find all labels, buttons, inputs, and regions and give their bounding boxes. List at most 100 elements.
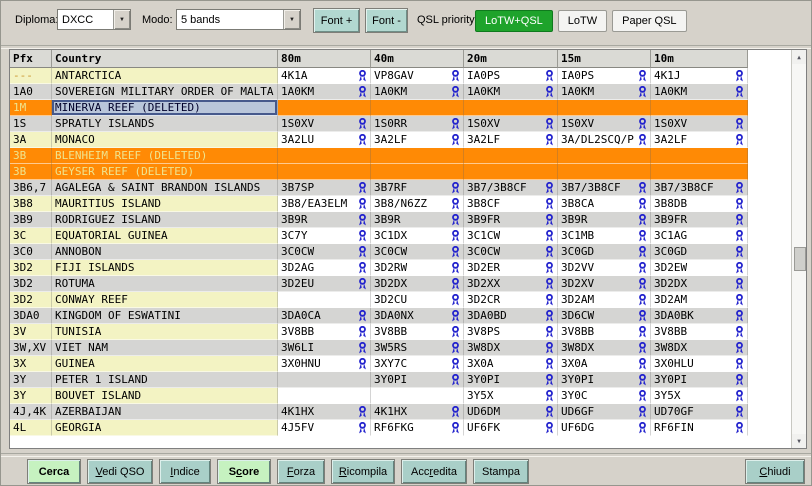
band-cell-40m[interactable] [371,388,464,404]
column-header-10m[interactable]: 10m [651,50,748,68]
band-cell-15m[interactable]: UD6GF [558,404,651,420]
band-cell-15m[interactable]: 3B8CA [558,196,651,212]
band-cell-80m[interactable]: 3X0HNU [278,356,371,372]
band-cell-20m[interactable] [464,148,558,164]
country-cell[interactable]: KINGDOM OF ESWATINI [52,308,278,324]
band-cell-15m[interactable]: 3V8BB [558,324,651,340]
chiudi-button[interactable]: Chiudi [745,459,805,484]
band-cell-20m[interactable]: 3V8PS [464,324,558,340]
country-cell[interactable]: ANTARCTICA [52,68,278,84]
band-cell-80m[interactable]: 3B9R [278,212,371,228]
band-cell-20m[interactable]: 1A0KM [464,84,558,100]
band-cell-10m[interactable]: 3B9FR [651,212,748,228]
band-cell-10m[interactable]: 3D2DX [651,276,748,292]
band-cell-40m[interactable]: 3D2CU [371,292,464,308]
band-cell-15m[interactable]: 3C0GD [558,244,651,260]
band-cell-40m[interactable]: 3D2DX [371,276,464,292]
country-cell[interactable]: SPRATLY ISLANDS [52,116,278,132]
band-cell-15m[interactable]: 3D6CW [558,308,651,324]
band-cell-10m[interactable]: 3D2EW [651,260,748,276]
band-cell-20m[interactable]: 3C1CW [464,228,558,244]
band-cell-10m[interactable]: 3V8BB [651,324,748,340]
band-cell-20m[interactable]: UD6DM [464,404,558,420]
pfx-cell[interactable]: 3DA0 [10,308,52,324]
band-cell-20m[interactable] [464,164,558,180]
country-cell[interactable]: EQUATORIAL GUINEA [52,228,278,244]
country-cell-selected[interactable]: MINERVA REEF (DELETED) [52,100,278,116]
band-cell-80m[interactable] [278,388,371,404]
column-header-15m[interactable]: 15m [558,50,651,68]
column-header-40m[interactable]: 40m [371,50,464,68]
band-cell-15m[interactable]: IA0PS [558,68,651,84]
country-cell[interactable]: ROTUMA [52,276,278,292]
band-cell-10m[interactable]: 1A0KM [651,84,748,100]
cerca-button[interactable]: Cerca [27,459,81,484]
score-button[interactable]: Score [217,459,271,484]
band-cell-20m[interactable]: 3Y5X [464,388,558,404]
font-minus-button[interactable]: Font - [365,8,408,33]
pfx-cell[interactable]: 4J,4K [10,404,52,420]
band-cell-40m[interactable]: 3B7RF [371,180,464,196]
band-cell-40m[interactable]: 3A2LF [371,132,464,148]
band-cell-10m[interactable]: 3W8DX [651,340,748,356]
band-cell-15m[interactable]: 3D2VV [558,260,651,276]
band-cell-40m[interactable]: 3W5RS [371,340,464,356]
pfx-cell[interactable]: 1A0 [10,84,52,100]
country-cell[interactable]: GUINEA [52,356,278,372]
band-cell-80m[interactable]: 4K1A [278,68,371,84]
band-cell-20m[interactable]: 3W8DX [464,340,558,356]
band-cell-80m[interactable]: 3C7Y [278,228,371,244]
band-cell-40m[interactable]: 3B8/N6ZZ [371,196,464,212]
country-cell[interactable]: MONACO [52,132,278,148]
pfx-cell[interactable]: 3Y [10,372,52,388]
pfx-cell[interactable]: --- [10,68,52,84]
band-cell-40m[interactable]: RF6FKG [371,420,464,436]
band-cell-20m[interactable]: 3B8CF [464,196,558,212]
pfx-cell[interactable]: 3V [10,324,52,340]
band-cell-80m[interactable]: 3V8BB [278,324,371,340]
band-cell-10m[interactable]: 3D2AM [651,292,748,308]
band-cell-15m[interactable] [558,100,651,116]
band-cell-80m[interactable]: 4J5FV [278,420,371,436]
band-cell-20m[interactable]: 3Y0PI [464,372,558,388]
band-cell-15m[interactable]: 3B7/3B8CF [558,180,651,196]
band-cell-40m[interactable]: 4K1HX [371,404,464,420]
band-cell-10m[interactable]: 3B7/3B8CF [651,180,748,196]
band-cell-40m[interactable]: 3B9R [371,212,464,228]
band-cell-20m[interactable]: 3D2CR [464,292,558,308]
band-cell-80m[interactable]: 3B7SP [278,180,371,196]
band-cell-40m[interactable]: 3XY7C [371,356,464,372]
band-cell-80m[interactable]: 4K1HX [278,404,371,420]
band-cell-20m[interactable]: 1S0XV [464,116,558,132]
band-cell-10m[interactable] [651,164,748,180]
band-cell-20m[interactable]: 3A2LF [464,132,558,148]
pfx-cell[interactable]: 4L [10,420,52,436]
column-header-pfx[interactable]: Pfx [10,50,52,68]
band-cell-40m[interactable]: 3DA0NX [371,308,464,324]
band-cell-15m[interactable]: 3B9R [558,212,651,228]
country-cell[interactable]: CONWAY REEF [52,292,278,308]
band-cell-20m[interactable]: 3D2XX [464,276,558,292]
band-cell-40m[interactable] [371,164,464,180]
band-cell-80m[interactable]: 1S0XV [278,116,371,132]
indice-button[interactable]: Indice [159,459,211,484]
pfx-cell[interactable]: 3B [10,164,52,180]
band-cell-15m[interactable]: 3A/DL2SCQ/P [558,132,651,148]
band-cell-20m[interactable]: UF6FK [464,420,558,436]
band-cell-10m[interactable]: 3Y0PI [651,372,748,388]
band-cell-15m[interactable]: 3W8DX [558,340,651,356]
band-cell-15m[interactable]: 3D2XV [558,276,651,292]
band-cell-10m[interactable]: UD70GF [651,404,748,420]
band-cell-80m[interactable] [278,292,371,308]
dropdown-arrow-icon[interactable]: ▼ [113,10,130,29]
band-cell-40m[interactable]: 3V8BB [371,324,464,340]
country-cell[interactable]: GEORGIA [52,420,278,436]
band-cell-40m[interactable]: 3Y0PI [371,372,464,388]
band-cell-15m[interactable]: 1A0KM [558,84,651,100]
pfx-cell[interactable]: 3A [10,132,52,148]
band-cell-15m[interactable]: 3C1MB [558,228,651,244]
band-cell-10m[interactable]: 3B8DB [651,196,748,212]
pfx-cell[interactable]: 1M [10,100,52,116]
band-cell-80m[interactable]: 3D2AG [278,260,371,276]
column-header-20m[interactable]: 20m [464,50,558,68]
